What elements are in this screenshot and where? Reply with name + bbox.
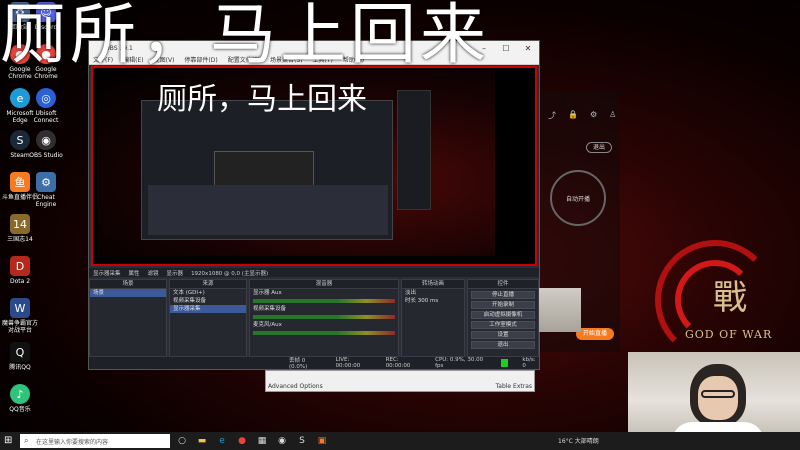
desktop-icon-ubisoft[interactable]: ◎ Ubisoft Connect <box>26 88 66 124</box>
cpu-status: CPU: 0.9%, 30.00 fps <box>435 357 484 369</box>
dota-icon: D <box>10 256 30 276</box>
close-button[interactable]: ✕ <box>517 41 539 55</box>
sources-dock: 来源 文本 (GDI+) 视频采集设备 显示器采集 <box>169 279 247 357</box>
god-of-war-logo: 戰 GOD OF WAR <box>645 230 795 370</box>
preview-canvas: 厕所，马上回来 <box>97 70 581 332</box>
desktop-icon-qqmusic[interactable]: ♪ QQ音乐 <box>0 384 40 413</box>
exit-button[interactable]: 退出 <box>471 341 535 349</box>
controls-header: 控件 <box>468 280 538 289</box>
scenes-header: 场景 <box>90 280 166 289</box>
store-icon[interactable]: ▦ <box>254 434 270 448</box>
display-select[interactable]: 1920x1080 @ 0,0 (主显示器) <box>191 269 268 277</box>
exit-button[interactable]: 退出 <box>586 142 612 153</box>
properties-button[interactable]: 属性 <box>129 269 140 277</box>
steam-icon[interactable]: S <box>294 434 310 448</box>
file-explorer-icon[interactable]: ▬ <box>194 434 210 448</box>
stream-health-indicator <box>501 359 509 367</box>
scene-item[interactable]: 场景 <box>90 289 166 297</box>
task-view-icon[interactable]: ○ <box>174 434 190 448</box>
search-icon: ⌕ <box>24 436 29 445</box>
game-icon: 14 <box>10 214 30 234</box>
rec-timer: REC: 00:00:00 <box>385 357 411 369</box>
obs-preview[interactable]: 厕所，马上回来 <box>91 66 581 332</box>
desktop-icon-cheat-engine[interactable]: ⚙ Cheat Engine <box>26 172 66 208</box>
obs-source-toolbar: 显示器采集 属性 滤镜 显示器 1920x1080 @ 0,0 (主显示器) <box>89 268 539 277</box>
desktop-icon-warcraft[interactable]: W 魔兽争霸官方对战平台 <box>0 298 40 334</box>
virtual-camera-button[interactable]: 启动虚拟摄像机 <box>471 311 535 319</box>
god-of-war-char: 戰 <box>713 278 747 318</box>
transition-type[interactable]: 淡出 <box>402 289 464 297</box>
desktop-icon-obs[interactable]: ◉ OBS Studio <box>26 130 66 159</box>
cheat-engine-icon: ⚙ <box>36 172 56 192</box>
background-window: Advanced Options Table Extras <box>265 370 535 392</box>
search-input[interactable]: ⌕ 在这里输入你要搜索的内容 <box>20 434 170 448</box>
start-icon[interactable]: ⊞ <box>4 435 12 446</box>
source-item[interactable]: 视频采集设备 <box>170 297 246 305</box>
current-source: 显示器采集 <box>93 270 121 277</box>
edge-icon[interactable]: e <box>214 434 230 448</box>
lock-icon[interactable]: 🔒 <box>568 110 578 121</box>
nested-obs-preview <box>141 100 393 240</box>
mixer-header: 混音器 <box>250 280 398 289</box>
overlay-text-echo: 厕所，马上回来 <box>157 82 367 117</box>
desktop-icon-qq[interactable]: Q 腾讯QQ <box>0 342 40 371</box>
desktop-icon-dota[interactable]: D Dota 2 <box>0 256 40 285</box>
bitrate: kb/s: 0 <box>522 357 536 369</box>
gear-icon[interactable]: ⚙ <box>590 110 597 121</box>
stop-stream-button[interactable]: 停止直播 <box>471 291 535 299</box>
taskbar: ⊞ ⌕ 在这里输入你要搜索的内容 ○ ▬ e ● ▦ ◉ S ▣ 16°C 大部… <box>0 432 800 450</box>
obs-icon[interactable]: ◉ <box>274 434 290 448</box>
audio-meter <box>253 315 395 319</box>
douyu-toolbar: ⤴ 🔒 ⚙ ♙ <box>548 110 616 121</box>
transition-duration[interactable]: 时长 300 ms <box>402 297 464 305</box>
nested-douyu-panel <box>397 90 431 210</box>
filters-button[interactable]: 滤镜 <box>148 269 159 277</box>
audio-meter <box>253 299 395 303</box>
dropped-frames: 丢帧 0 (0.0%) <box>289 358 308 370</box>
source-item[interactable]: 文本 (GDI+) <box>170 289 246 297</box>
start-live-button[interactable]: 开始直播 <box>576 328 614 340</box>
overlay-caption: 厕所，马上回来 <box>0 0 490 73</box>
warcraft-icon: W <box>10 298 30 318</box>
game-icon[interactable]: ▣ <box>314 434 330 448</box>
god-of-war-title: GOD OF WAR <box>685 328 773 341</box>
advanced-options-label: Advanced Options <box>268 383 323 390</box>
mixer-track-name: 显示器 Aux <box>253 290 282 296</box>
qqmusic-icon: ♪ <box>10 384 30 404</box>
person-face <box>698 376 738 420</box>
controls-dock: 控件 停止直播 开始录制 启动虚拟摄像机 工作室模式 设置 退出 <box>467 279 539 357</box>
source-item[interactable]: 显示器采集 <box>170 305 246 313</box>
settings-button[interactable]: 设置 <box>471 331 535 339</box>
transitions-dock: 转场动画 淡出 时长 300 ms <box>401 279 465 357</box>
qq-icon: Q <box>10 342 30 362</box>
transitions-header: 转场动画 <box>402 280 464 289</box>
mixer-track-name: 麦克风/Aux <box>253 322 282 328</box>
user-icon[interactable]: ♙ <box>609 110 616 121</box>
scenes-dock: 场景 场景 <box>89 279 167 357</box>
obs-window: OBS 29.1 – ☐ ✕ 文件(F) 编辑(E) 视图(V) 停靠部件(D)… <box>88 40 581 370</box>
mixer-track-name: 视频采集设备 <box>253 306 287 312</box>
audio-meter <box>253 331 395 335</box>
maximize-button[interactable]: ☐ <box>495 41 517 55</box>
glasses <box>701 390 735 398</box>
nested-obs-docks <box>148 185 388 235</box>
chrome-icon[interactable]: ● <box>234 434 250 448</box>
mixer-dock: 混音器 显示器 Aux 视频采集设备 麦克风/Aux <box>249 279 399 357</box>
table-extras-label: Table Extras <box>495 383 532 390</box>
share-icon[interactable]: ⤴ <box>548 110 556 121</box>
auto-live-button[interactable]: 自动开播 <box>550 170 606 226</box>
start-recording-button[interactable]: 开始录制 <box>471 301 535 309</box>
weather-widget[interactable]: 16°C 大部晴朗 <box>558 436 599 445</box>
live-timer: LIVE: 00:00:00 <box>335 357 361 369</box>
obs-icon: ◉ <box>36 130 56 150</box>
display-label: 显示器 <box>166 270 184 277</box>
sources-header: 来源 <box>170 280 246 289</box>
studio-mode-button[interactable]: 工作室模式 <box>471 321 535 329</box>
obs-status-bar: 丢帧 0 (0.0%) LIVE: 00:00:00 REC: 00:00:00… <box>89 357 539 370</box>
desktop-icon-sanguo[interactable]: 14 三国志14 <box>0 214 40 243</box>
ubisoft-icon: ◎ <box>36 88 56 108</box>
